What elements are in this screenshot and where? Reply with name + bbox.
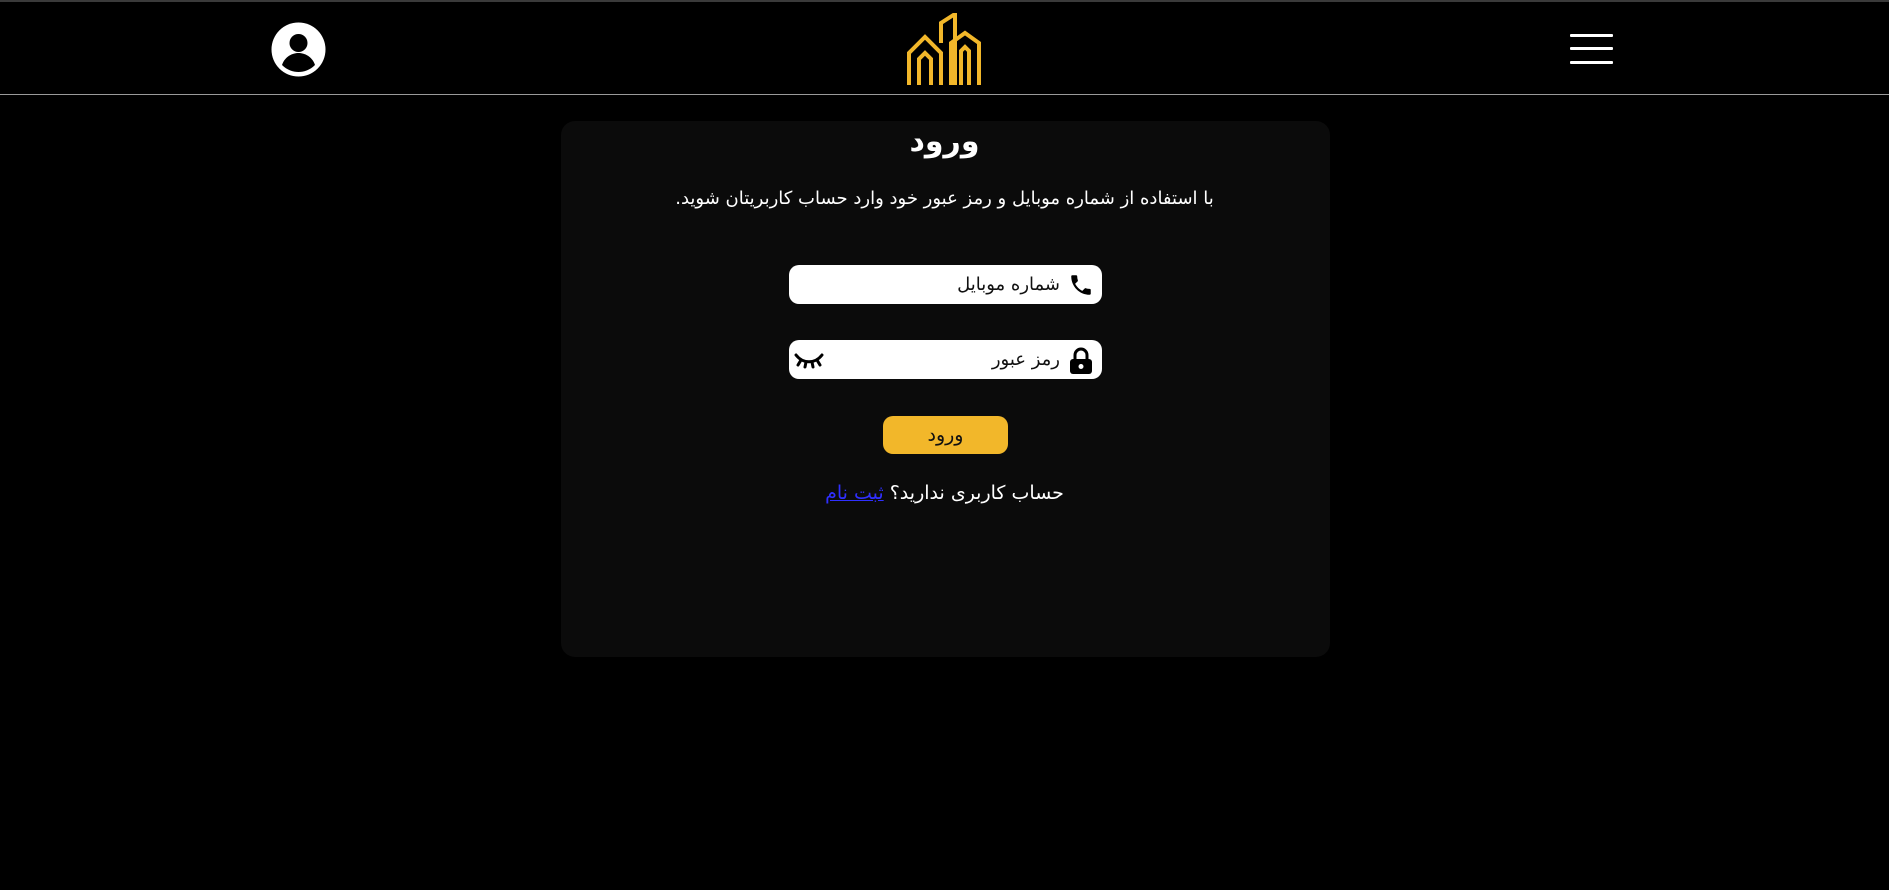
- login-button[interactable]: ورود: [883, 416, 1008, 454]
- signup-prompt: حساب کاربری ندارید؟ ثبت نام: [0, 482, 1889, 504]
- hamburger-menu-icon[interactable]: [1570, 32, 1613, 66]
- phone-icon: [1068, 272, 1094, 298]
- user-avatar-icon[interactable]: [271, 22, 326, 77]
- buildings-logo-icon[interactable]: [905, 10, 983, 87]
- phone-input[interactable]: [840, 265, 1060, 304]
- signup-link[interactable]: ثبت نام: [825, 482, 884, 504]
- password-input[interactable]: [860, 340, 1060, 379]
- eye-closed-icon[interactable]: [793, 349, 825, 371]
- page-title: ورود: [909, 124, 980, 159]
- lock-icon: [1068, 347, 1094, 374]
- login-subtitle: با استفاده از شماره موبایل و رمز عبور خو…: [675, 188, 1214, 209]
- phone-field: [789, 265, 1102, 304]
- signup-prompt-text: حساب کاربری ندارید؟: [889, 482, 1064, 504]
- password-field: [789, 340, 1102, 379]
- top-navbar: [0, 2, 1889, 95]
